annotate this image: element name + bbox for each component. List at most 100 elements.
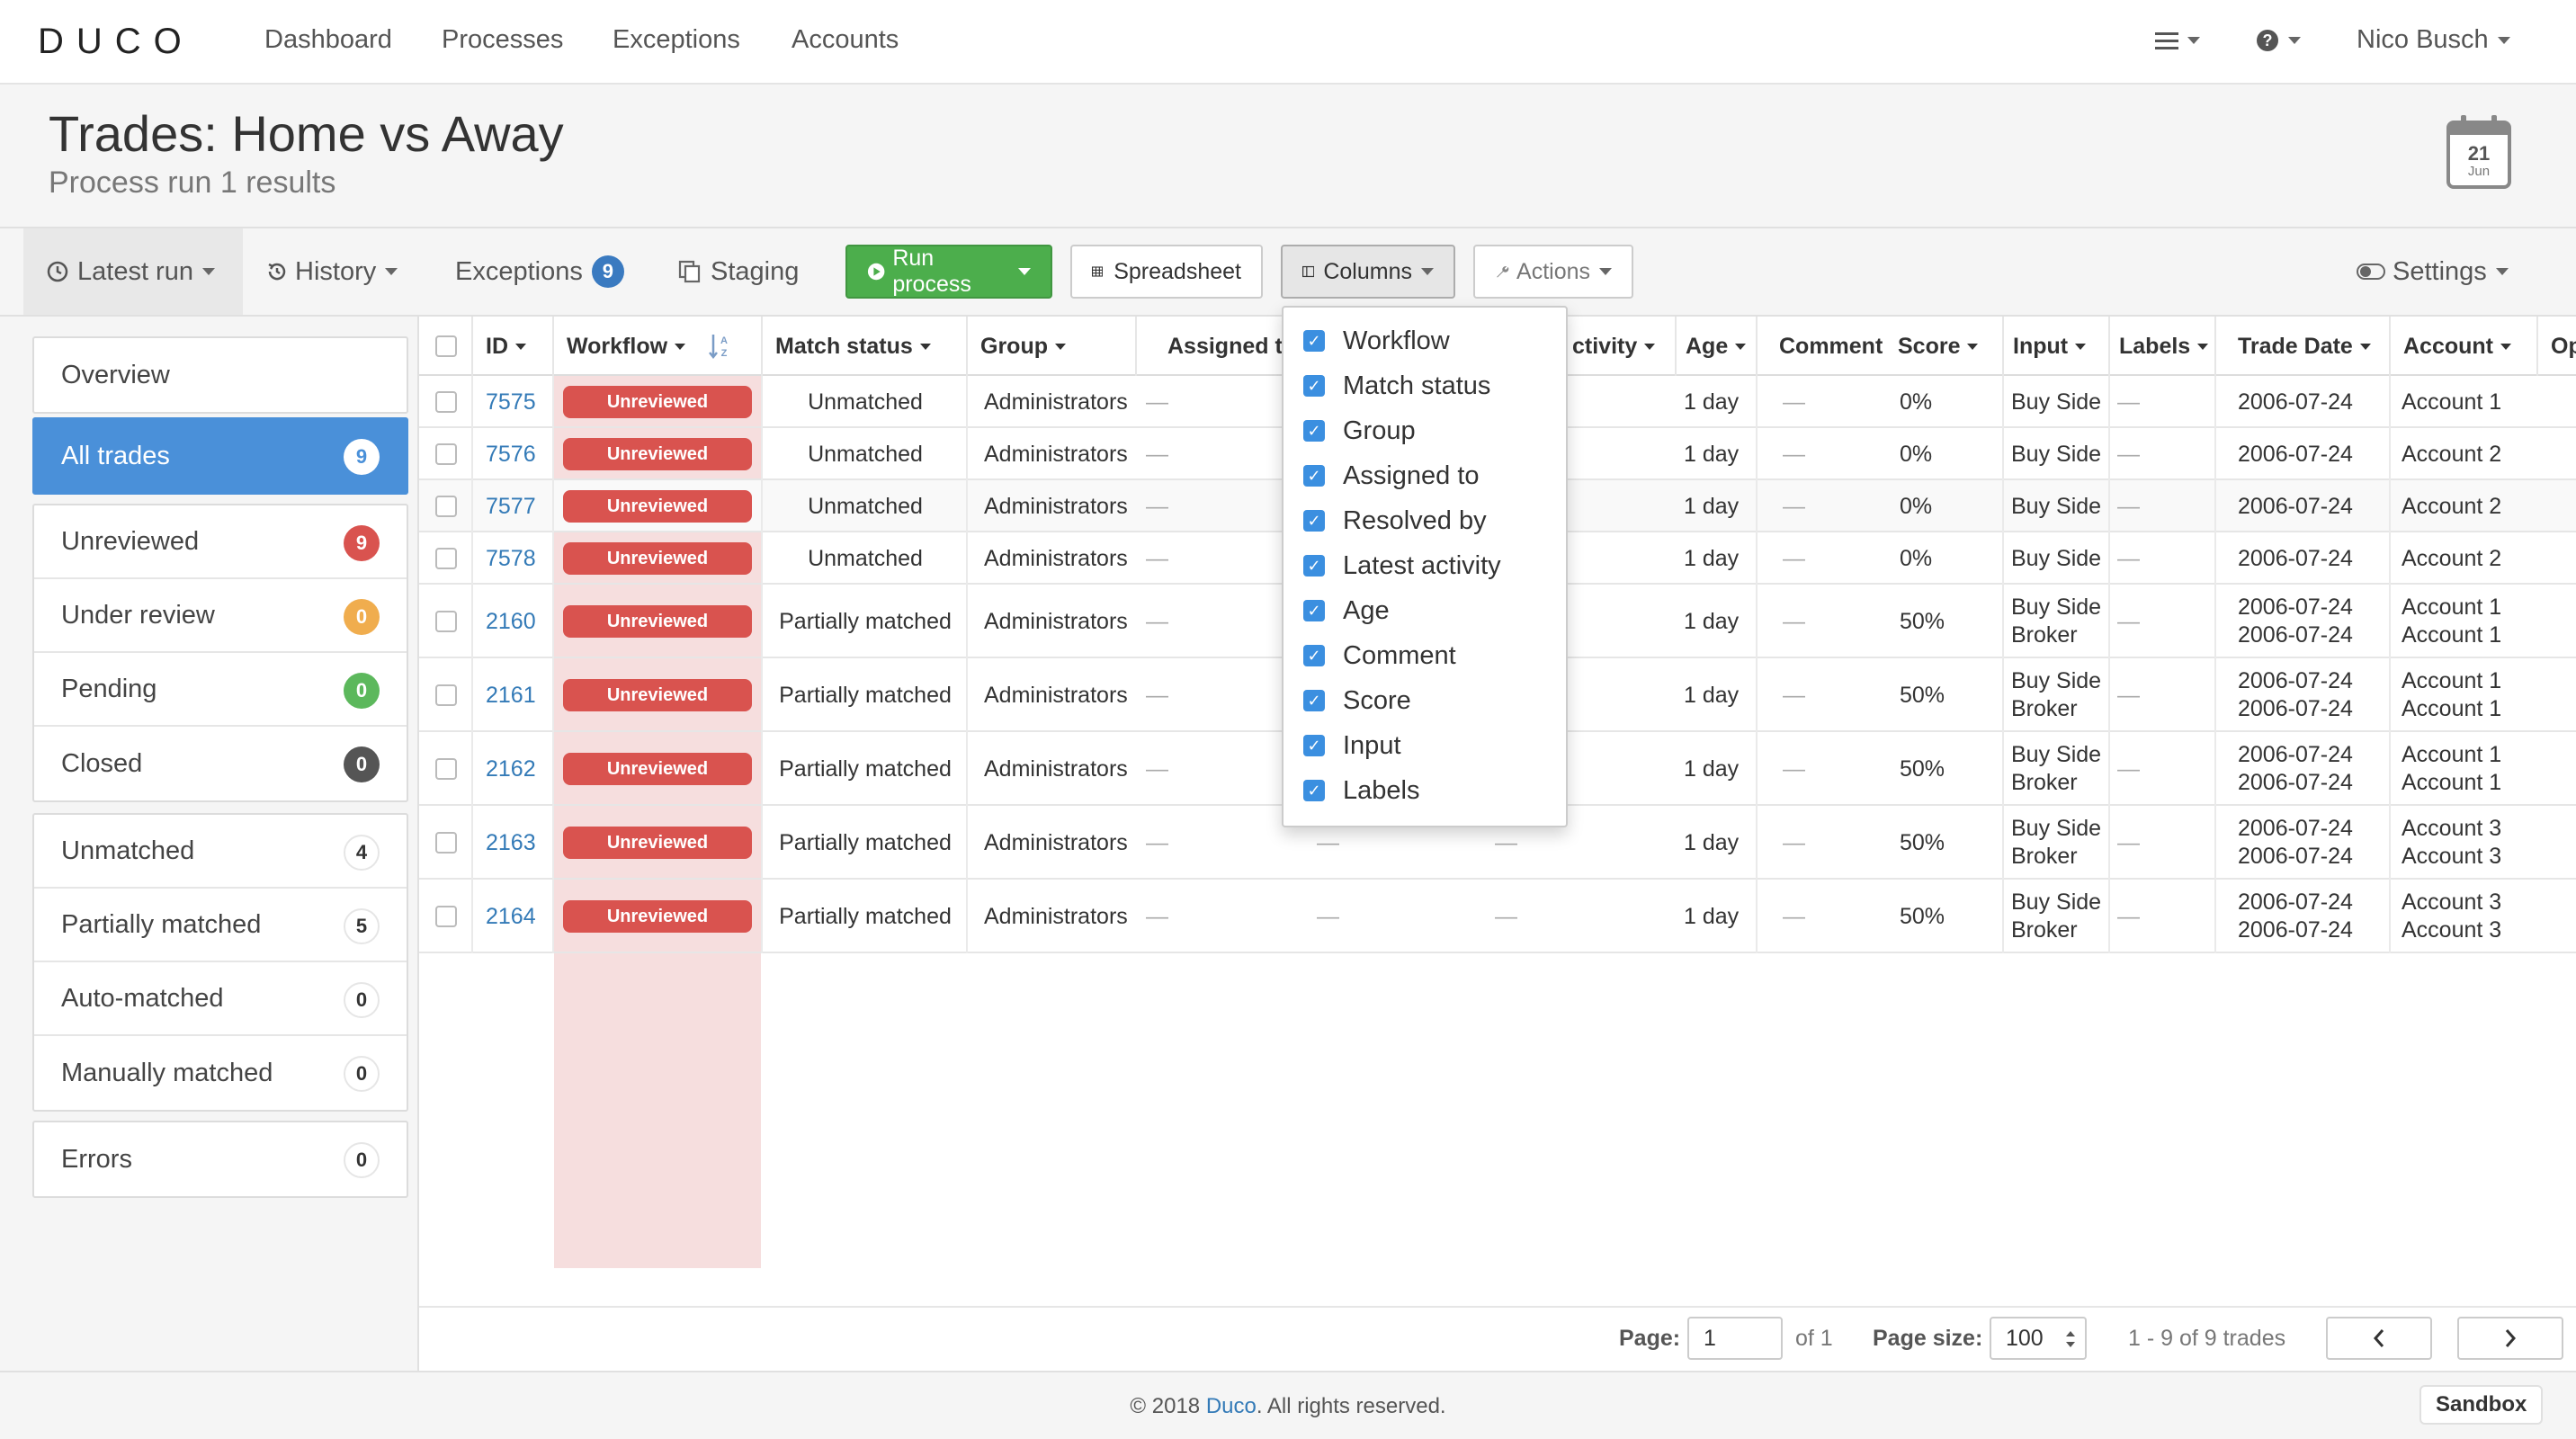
workflow-status-badge[interactable]: Unreviewed — [563, 827, 752, 859]
workflow-status-badge[interactable]: Unreviewed — [563, 679, 752, 711]
nav-accounts[interactable]: Accounts — [792, 25, 899, 55]
header-account[interactable]: Account — [2393, 317, 2511, 376]
prev-page-button[interactable] — [2326, 1317, 2432, 1360]
checkbox-checked-icon[interactable]: ✓ — [1303, 465, 1325, 487]
checkbox-checked-icon[interactable]: ✓ — [1303, 555, 1325, 576]
checkbox-checked-icon[interactable]: ✓ — [1303, 645, 1325, 666]
updown-arrows-icon — [2066, 1331, 2075, 1347]
row-checkbox[interactable] — [435, 906, 457, 927]
settings-dropdown[interactable]: Settings — [2357, 228, 2509, 315]
checkbox-checked-icon[interactable]: ✓ — [1303, 780, 1325, 801]
row-checkbox[interactable] — [435, 611, 457, 632]
checkbox-checked-icon[interactable]: ✓ — [1303, 330, 1325, 352]
header-trade-date[interactable]: Trade Date — [2227, 317, 2371, 376]
header-score[interactable]: Score — [1887, 317, 1979, 376]
workflow-status-badge[interactable]: Unreviewed — [563, 490, 752, 523]
header-group[interactable]: Group — [970, 317, 1066, 376]
sidebar-item-errors[interactable]: Errors 0 — [34, 1122, 407, 1196]
tab-staging[interactable]: Staging — [678, 228, 799, 315]
trade-id-link[interactable]: 7575 — [486, 389, 536, 416]
nav-dashboard[interactable]: Dashboard — [264, 25, 392, 55]
sidebar-item-closed[interactable]: Closed 0 — [34, 727, 407, 800]
column-toggle-item[interactable]: ✓ Assigned to — [1303, 453, 1480, 498]
header-latest-activity[interactable]: ctivity — [1561, 317, 1656, 376]
column-toggle-item[interactable]: ✓ Age — [1303, 588, 1390, 633]
checkbox-checked-icon[interactable]: ✓ — [1303, 735, 1325, 756]
column-toggle-item[interactable]: ✓ Labels — [1303, 768, 1419, 813]
tab-latest-run[interactable]: Latest run — [23, 228, 243, 315]
row-checkbox[interactable] — [435, 832, 457, 854]
column-toggle-item[interactable]: ✓ Resolved by — [1303, 498, 1487, 543]
menu-dropdown[interactable] — [2155, 25, 2200, 55]
sidebar-item-partially-matched[interactable]: Partially matched 5 — [34, 889, 407, 962]
spreadsheet-button[interactable]: Spreadsheet — [1070, 245, 1263, 299]
tab-history[interactable]: History — [266, 228, 398, 315]
workflow-status-badge[interactable]: Unreviewed — [563, 438, 752, 470]
page-size-select[interactable]: 100 — [1990, 1317, 2087, 1360]
column-toggle-item[interactable]: ✓ Input — [1303, 723, 1401, 768]
header-options[interactable]: Opt — [2540, 317, 2576, 376]
tab-exceptions[interactable]: Exceptions 9 — [455, 228, 624, 315]
row-checkbox[interactable] — [435, 758, 457, 780]
checkbox-checked-icon[interactable]: ✓ — [1303, 510, 1325, 532]
run-process-button[interactable]: Run process — [845, 245, 1052, 299]
workflow-status-badge[interactable]: Unreviewed — [563, 900, 752, 933]
row-checkbox[interactable] — [435, 684, 457, 706]
next-page-button[interactable] — [2457, 1317, 2563, 1360]
sidebar-item-unreviewed[interactable]: Unreviewed 9 — [34, 505, 407, 579]
sidebar-item-under-review[interactable]: Under review 0 — [34, 579, 407, 653]
row-checkbox[interactable] — [435, 391, 457, 413]
column-toggle-item[interactable]: ✓ Latest activity — [1303, 543, 1501, 588]
trade-id-link[interactable]: 7577 — [486, 493, 536, 521]
row-checkbox[interactable] — [435, 443, 457, 465]
header-workflow[interactable]: Workflow A Z — [556, 317, 730, 376]
header-match-status[interactable]: Match status — [765, 317, 931, 376]
header-input[interactable]: Input — [2002, 317, 2087, 376]
workflow-status-badge[interactable]: Unreviewed — [563, 753, 752, 785]
sidebar-item-all-trades[interactable]: All trades 9 — [34, 419, 407, 493]
trade-id-link[interactable]: 7576 — [486, 441, 536, 469]
columns-button[interactable]: Columns — [1281, 245, 1455, 299]
sidebar-item-auto-matched[interactable]: Auto-matched 0 — [34, 962, 407, 1036]
checkbox-checked-icon[interactable]: ✓ — [1303, 420, 1325, 442]
column-toggle-item[interactable]: ✓ Comment — [1303, 633, 1456, 678]
trade-id-link[interactable]: 2163 — [486, 829, 536, 857]
header-labels[interactable]: Labels — [2108, 317, 2209, 376]
actions-button[interactable]: Actions — [1473, 245, 1633, 299]
header-comment[interactable]: Comment — [1768, 317, 1883, 376]
help-dropdown[interactable]: ? — [2256, 25, 2301, 55]
trade-id-link[interactable]: 2160 — [486, 608, 536, 636]
column-toggle-item[interactable]: ✓ Score — [1303, 678, 1411, 723]
header-age[interactable]: Age — [1675, 317, 1747, 376]
row-checkbox[interactable] — [435, 496, 457, 517]
trade-id-link[interactable]: 2162 — [486, 755, 536, 783]
workflow-status-badge[interactable]: Unreviewed — [563, 542, 752, 575]
sidebar-item-pending[interactable]: Pending 0 — [34, 653, 407, 727]
checkbox-checked-icon[interactable]: ✓ — [1303, 600, 1325, 621]
duco-logo[interactable]: DUCO — [38, 22, 194, 62]
sidebar-item-manually-matched[interactable]: Manually matched 0 — [34, 1036, 407, 1110]
table-row[interactable]: 2164 Unreviewed Partially matched Administr… — [419, 880, 2576, 953]
nav-exceptions[interactable]: Exceptions — [613, 25, 740, 55]
sidebar-item-unmatched[interactable]: Unmatched 4 — [34, 815, 407, 889]
select-all-checkbox[interactable] — [435, 335, 457, 357]
column-toggle-item[interactable]: ✓ Match status — [1303, 363, 1490, 408]
count-badge: 4 — [344, 835, 380, 871]
checkbox-checked-icon[interactable]: ✓ — [1303, 690, 1325, 711]
trade-id-link[interactable]: 2161 — [486, 682, 536, 710]
user-menu[interactable]: Nico Busch — [2357, 25, 2510, 55]
row-checkbox[interactable] — [435, 548, 457, 569]
sidebar-item-overview[interactable]: Overview — [34, 338, 407, 412]
header-id[interactable]: ID — [475, 317, 526, 376]
column-toggle-item[interactable]: ✓ Group — [1303, 408, 1416, 453]
trade-id-link[interactable]: 7578 — [486, 545, 536, 573]
column-toggle-item[interactable]: ✓ Workflow — [1303, 318, 1450, 363]
workflow-status-badge[interactable]: Unreviewed — [563, 386, 752, 418]
checkbox-checked-icon[interactable]: ✓ — [1303, 375, 1325, 397]
duco-link[interactable]: Duco — [1206, 1394, 1257, 1418]
trade-id-link[interactable]: 2164 — [486, 903, 536, 931]
nav-processes[interactable]: Processes — [442, 25, 563, 55]
calendar-icon[interactable]: 21 Jun — [2446, 115, 2511, 189]
page-number-input[interactable]: 1 — [1687, 1317, 1783, 1360]
workflow-status-badge[interactable]: Unreviewed — [563, 605, 752, 638]
